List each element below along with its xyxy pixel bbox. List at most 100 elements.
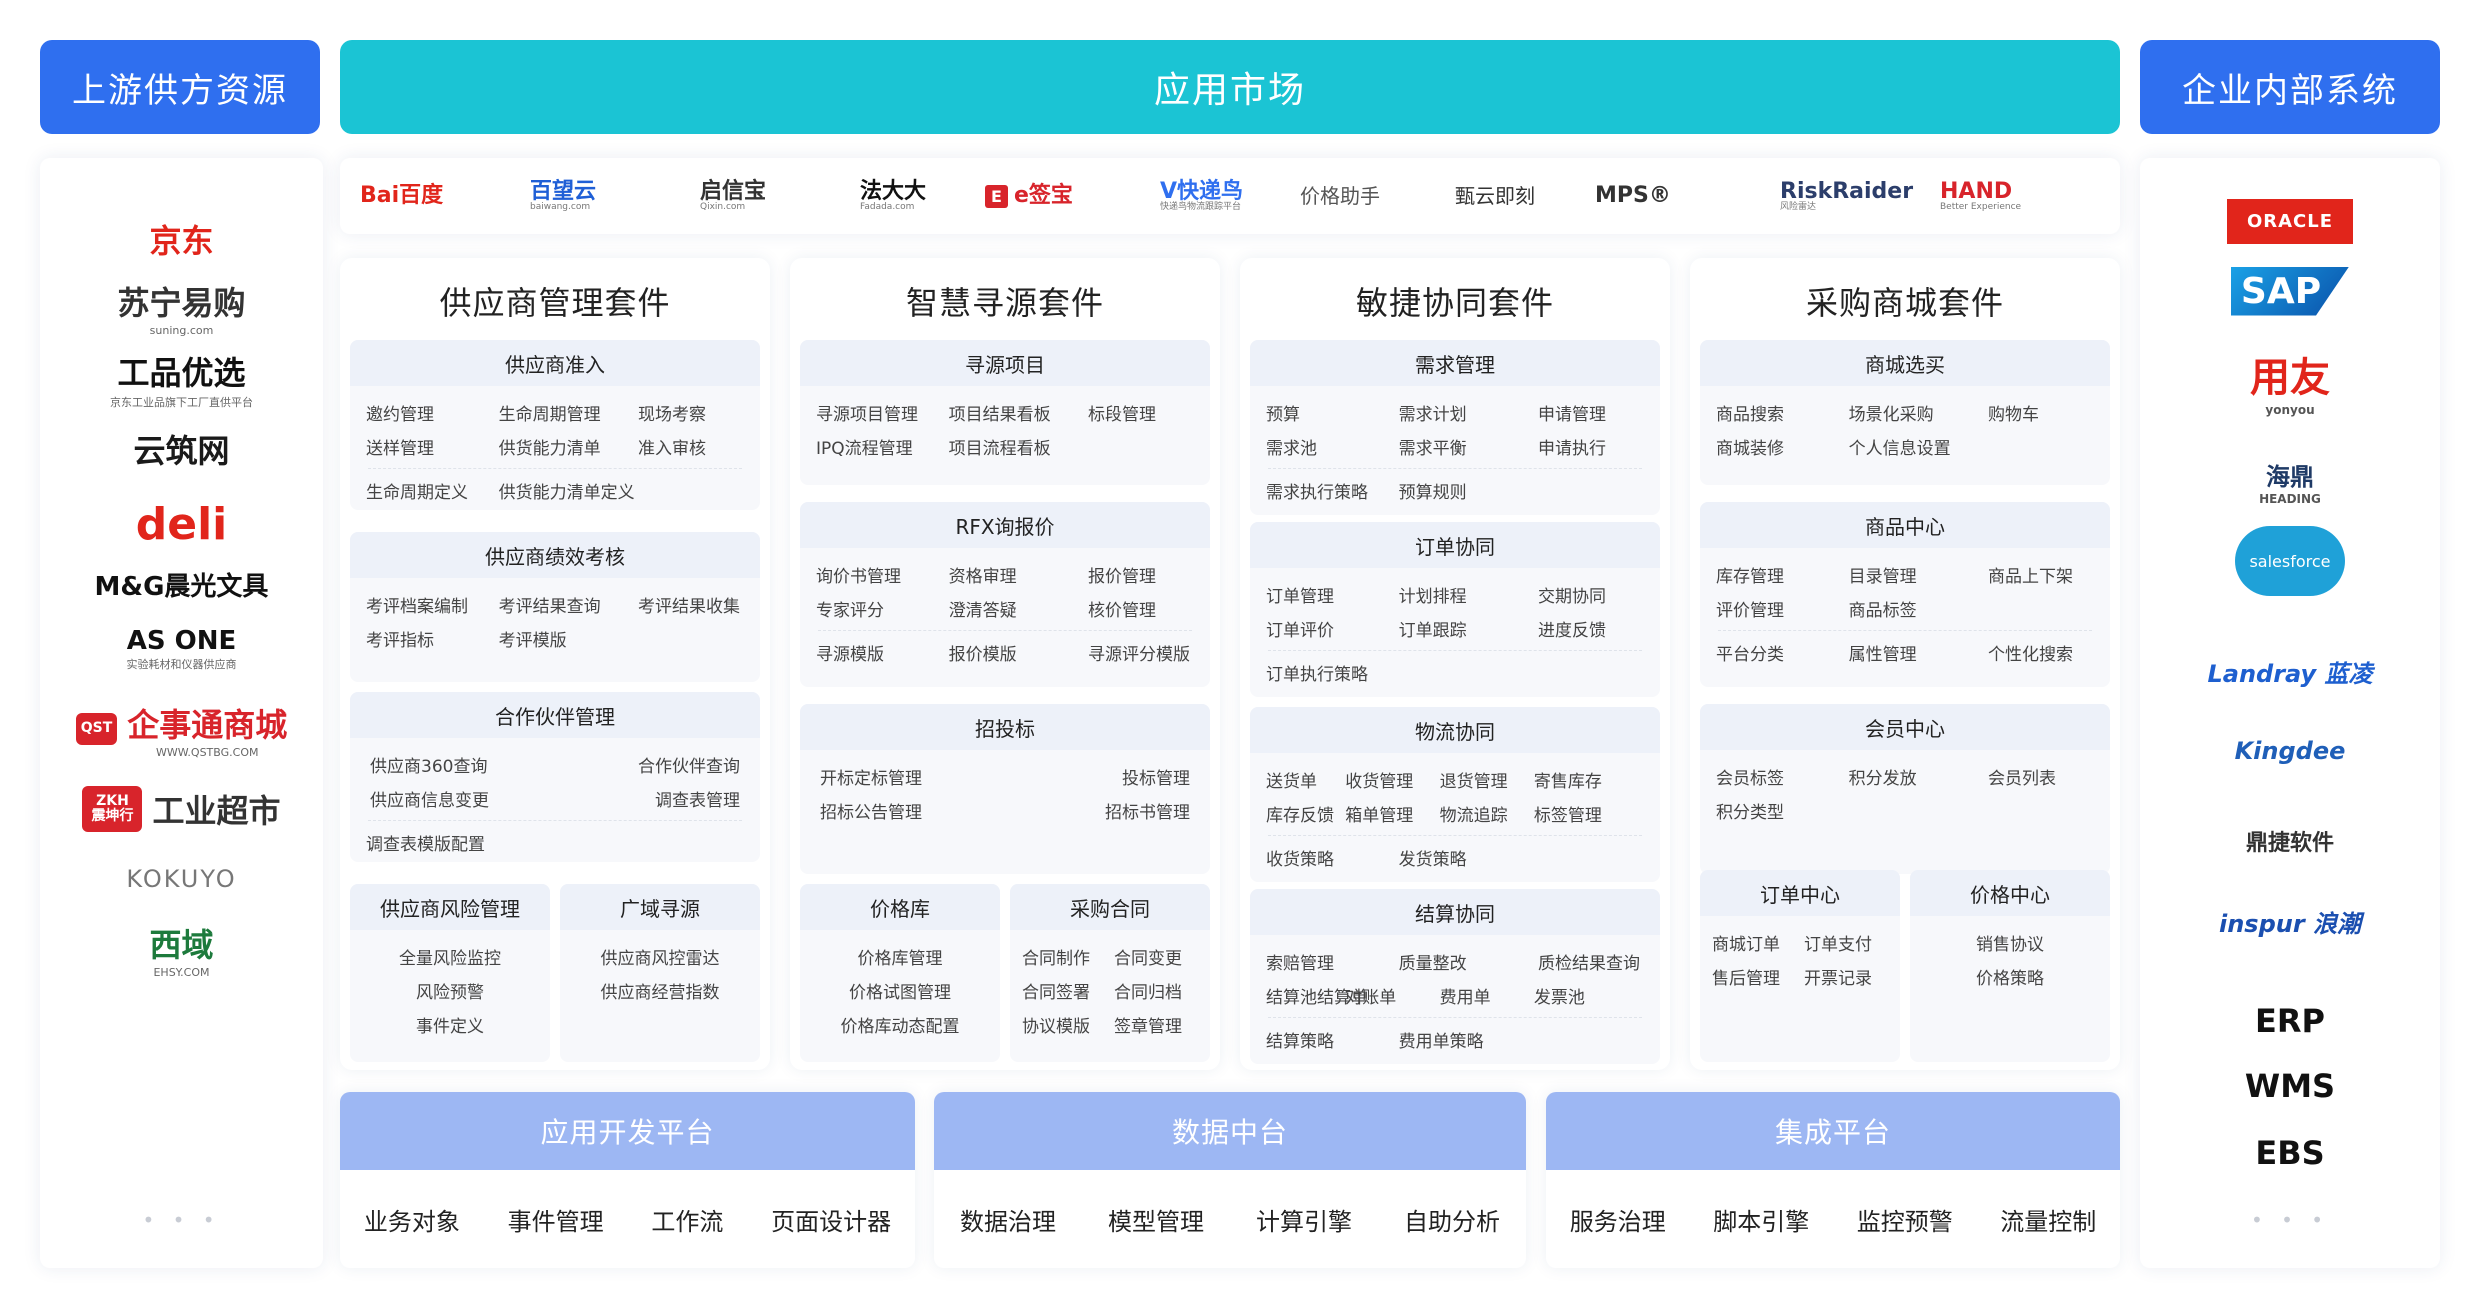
feature-item[interactable]: 澄清答疑 [949,596,1017,621]
platform-item[interactable]: 页面设计器 [771,1202,891,1237]
feature-item[interactable]: 招标书管理 [1105,798,1190,823]
feature-item[interactable]: 积分类型 [1716,798,1784,823]
feature-item[interactable]: 需求平衡 [1399,434,1467,459]
feature-item[interactable]: 订单管理 [1266,582,1334,607]
feature-item[interactable]: 调查表管理 [655,786,740,811]
feature-item[interactable]: 资格审理 [949,562,1017,587]
platform-item[interactable]: 自助分析 [1404,1202,1500,1237]
feature-item[interactable]: 收货策略 [1266,845,1334,870]
feature-item[interactable]: 邀约管理 [366,400,434,425]
feature-item[interactable]: 签章管理 [1114,1012,1182,1037]
feature-item[interactable]: 预算规则 [1399,478,1467,503]
feature-item[interactable]: 风险预警 [350,978,550,1003]
feature-item[interactable]: 订单跟踪 [1399,616,1467,641]
feature-item[interactable]: 核价管理 [1088,596,1156,621]
feature-item[interactable]: 合同签署 [1022,978,1090,1003]
feature-item[interactable]: 购物车 [1988,400,2039,425]
feature-item[interactable]: 供货能力清单 [499,434,601,459]
platform-item[interactable]: 监控预警 [1857,1202,1953,1237]
feature-item[interactable]: 发货策略 [1399,845,1467,870]
feature-item[interactable]: 考评模版 [499,626,567,651]
feature-item[interactable]: 准入审核 [638,434,706,459]
feature-item[interactable]: 生命周期管理 [499,400,601,425]
feature-item[interactable]: 收货管理 [1345,767,1413,792]
feature-item[interactable]: 费用单策略 [1399,1027,1484,1052]
platform-item[interactable]: 业务对象 [364,1202,460,1237]
feature-item[interactable]: 商品上下架 [1988,562,2073,587]
feature-item[interactable]: 结算策略 [1266,1027,1334,1052]
feature-item[interactable]: 商城装修 [1716,434,1784,459]
feature-item[interactable]: 事件定义 [350,1012,550,1037]
feature-item[interactable]: 调查表模版配置 [366,830,485,855]
platform-item[interactable]: 计算引擎 [1256,1202,1352,1237]
feature-item[interactable]: 平台分类 [1716,640,1784,665]
feature-item[interactable]: 考评结果查询 [499,592,601,617]
feature-item[interactable]: 送货单 [1266,767,1317,792]
feature-item[interactable]: 招标公告管理 [820,798,922,823]
feature-item[interactable]: 个性化搜索 [1988,640,2073,665]
feature-item[interactable]: IPQ流程管理 [816,434,913,459]
feature-item[interactable]: 退货管理 [1440,767,1508,792]
feature-item[interactable]: 投标管理 [1122,764,1190,789]
feature-item[interactable]: 销售协议 [1910,930,2110,955]
feature-item[interactable]: 售后管理 [1712,964,1780,989]
feature-item[interactable]: 供应商信息变更 [370,786,489,811]
feature-item[interactable]: 商品标签 [1849,596,1917,621]
platform-item[interactable]: 事件管理 [508,1202,604,1237]
feature-item[interactable]: 考评档案编制 [366,592,468,617]
feature-item[interactable]: 报价模版 [949,640,1017,665]
feature-item[interactable]: 供应商360查询 [370,752,487,777]
feature-item[interactable]: 评价管理 [1716,596,1784,621]
feature-item[interactable]: 需求执行策略 [1266,478,1368,503]
feature-item[interactable]: 交期协同 [1538,582,1606,607]
feature-item[interactable]: 属性管理 [1849,640,1917,665]
feature-item[interactable]: 全量风险监控 [350,944,550,969]
feature-item[interactable]: 会员列表 [1988,764,2056,789]
feature-item[interactable]: 价格策略 [1910,964,2110,989]
feature-item[interactable]: 标段管理 [1088,400,1156,425]
feature-item[interactable]: 计划排程 [1399,582,1467,607]
feature-item[interactable]: 合同归档 [1114,978,1182,1003]
feature-item[interactable]: 发票池 [1534,983,1585,1008]
feature-item[interactable]: 订单执行策略 [1266,660,1368,685]
feature-item[interactable]: 商城订单 [1712,930,1780,955]
feature-item[interactable]: 供应商风控雷达 [560,944,760,969]
feature-item[interactable]: 个人信息设置 [1849,434,1951,459]
feature-item[interactable]: 寻源项目管理 [816,400,918,425]
platform-item[interactable]: 数据治理 [960,1202,1056,1237]
feature-item[interactable]: 库存管理 [1716,562,1784,587]
feature-item[interactable]: 考评结果收集 [638,592,740,617]
feature-item[interactable]: 索赔管理 [1266,949,1334,974]
platform-item[interactable]: 服务治理 [1570,1202,1666,1237]
feature-item[interactable]: 申请管理 [1538,400,1606,425]
platform-item[interactable]: 脚本引擎 [1713,1202,1809,1237]
feature-item[interactable]: 库存反馈 [1266,801,1334,826]
feature-item[interactable]: 供货能力清单定义 [499,478,635,503]
feature-item[interactable]: 对账单 [1345,983,1396,1008]
feature-item[interactable]: 寻源评分模版 [1088,640,1190,665]
feature-item[interactable]: 寄售库存 [1534,767,1602,792]
feature-item[interactable]: 申请执行 [1538,434,1606,459]
feature-item[interactable]: 送样管理 [366,434,434,459]
feature-item[interactable]: 询价书管理 [816,562,901,587]
feature-item[interactable]: 需求池 [1266,434,1317,459]
feature-item[interactable]: 合同变更 [1114,944,1182,969]
platform-item[interactable]: 模型管理 [1108,1202,1204,1237]
feature-item[interactable]: 目录管理 [1849,562,1917,587]
feature-item[interactable]: 费用单 [1440,983,1491,1008]
feature-item[interactable]: 订单评价 [1266,616,1334,641]
feature-item[interactable]: 场景化采购 [1849,400,1934,425]
feature-item[interactable]: 项目结果看板 [949,400,1051,425]
feature-item[interactable]: 专家评分 [816,596,884,621]
feature-item[interactable]: 质检结果查询 [1538,949,1640,974]
feature-item[interactable]: 开标定标管理 [820,764,922,789]
feature-item[interactable]: 价格试图管理 [800,978,1000,1003]
feature-item[interactable]: 报价管理 [1088,562,1156,587]
feature-item[interactable]: 积分发放 [1849,764,1917,789]
platform-item[interactable]: 工作流 [651,1202,723,1237]
feature-item[interactable]: 商品搜索 [1716,400,1784,425]
feature-item[interactable]: 需求计划 [1399,400,1467,425]
feature-item[interactable]: 项目流程看板 [949,434,1051,459]
feature-item[interactable]: 订单支付 [1804,930,1872,955]
feature-item[interactable]: 预算 [1266,400,1300,425]
